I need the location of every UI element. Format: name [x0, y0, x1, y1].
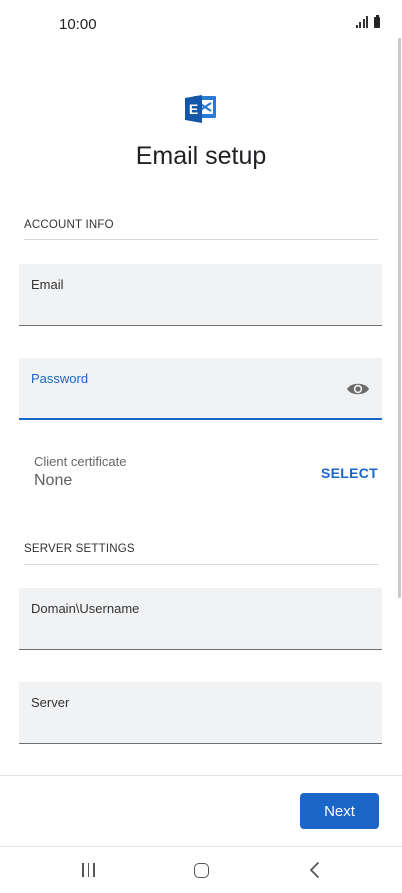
- domain-username-field[interactable]: Domain\Username: [19, 588, 382, 650]
- section-divider: [24, 564, 378, 565]
- server-field[interactable]: Server: [19, 682, 382, 744]
- back-icon[interactable]: [308, 861, 322, 879]
- footer-divider: [0, 775, 402, 776]
- section-divider: [24, 239, 378, 240]
- battery-icon: [374, 15, 380, 28]
- client-certificate-label: Client certificate: [34, 454, 127, 469]
- svg-text:E: E: [189, 101, 198, 117]
- section-label-account-info: ACCOUNT INFO: [24, 219, 114, 231]
- signal-icon: [355, 16, 368, 28]
- password-field[interactable]: Password: [19, 358, 382, 420]
- next-button[interactable]: Next: [300, 793, 379, 829]
- home-icon[interactable]: [194, 863, 209, 878]
- page-title: Email setup: [135, 142, 267, 170]
- server-label: Server: [31, 695, 70, 710]
- navigation-bar: [0, 847, 402, 893]
- status-time: 10:00: [59, 16, 97, 33]
- server-input[interactable]: [31, 714, 335, 738]
- domain-username-label: Domain\Username: [31, 601, 140, 616]
- select-certificate-button[interactable]: SELECT: [321, 465, 378, 481]
- eye-icon[interactable]: [346, 380, 370, 398]
- client-certificate-value: None: [34, 472, 73, 489]
- status-icons: [355, 15, 380, 28]
- password-input[interactable]: [31, 390, 335, 414]
- email-label: Email: [31, 277, 64, 292]
- email-input[interactable]: [31, 296, 335, 320]
- recents-icon[interactable]: [82, 863, 98, 877]
- exchange-logo-icon: E: [185, 95, 216, 123]
- scrollbar[interactable]: [398, 38, 401, 598]
- password-label: Password: [31, 371, 89, 386]
- email-field[interactable]: Email: [19, 264, 382, 326]
- section-label-server-settings: SERVER SETTINGS: [24, 543, 135, 555]
- domain-username-input[interactable]: [31, 620, 335, 644]
- status-bar: 10:00: [0, 0, 402, 48]
